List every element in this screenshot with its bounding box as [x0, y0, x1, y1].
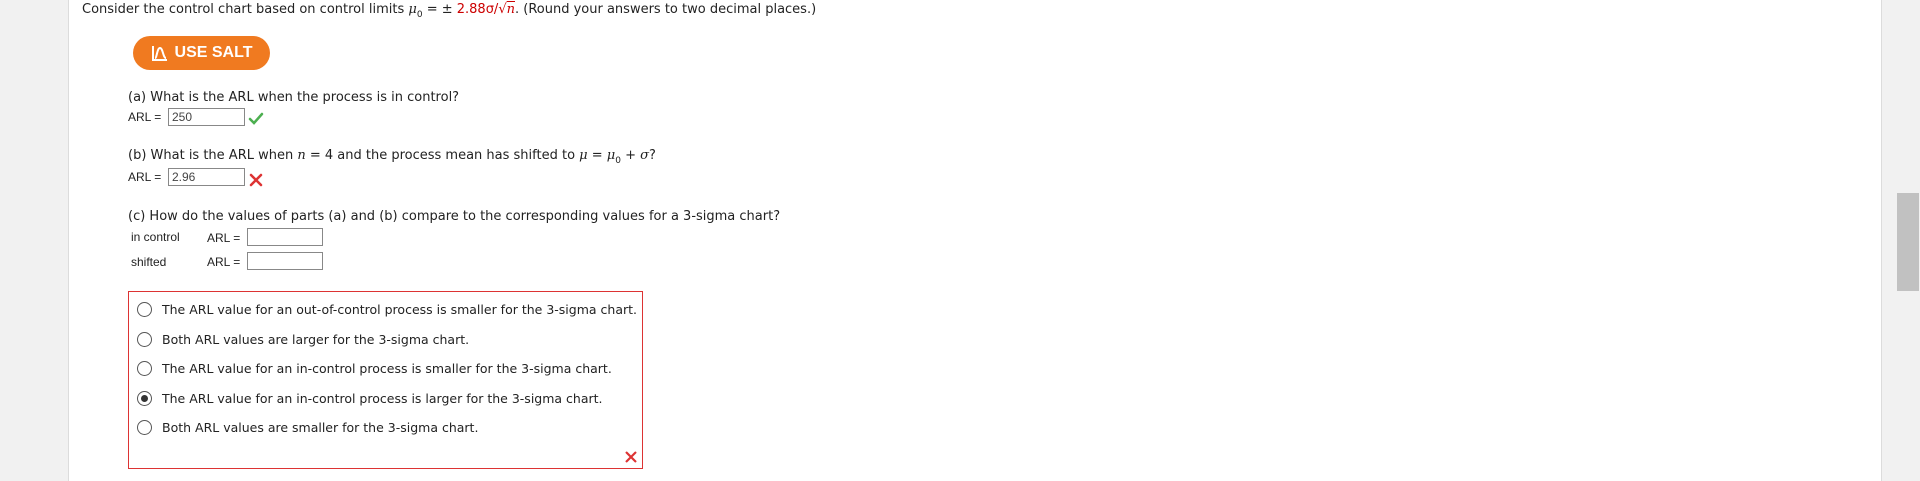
- part-a-question: (a) What is the ARL when the process is …: [128, 90, 460, 105]
- salt-chart-icon: [151, 46, 167, 61]
- in-control-arl-input[interactable]: [247, 228, 323, 246]
- choice-option[interactable]: The ARL value for an in-control process …: [137, 391, 603, 406]
- use-salt-label: USE SALT: [174, 44, 253, 61]
- part-c-question: (c) How do the values of parts (a) and (…: [128, 209, 781, 224]
- part-a-arl-input[interactable]: 250: [168, 108, 245, 126]
- radio-button[interactable]: [137, 332, 152, 347]
- part-a-arl-label: ARL =: [128, 110, 162, 124]
- use-salt-button[interactable]: USE SALT: [133, 36, 270, 70]
- choice-text: The ARL value for an out-of-control proc…: [162, 302, 637, 317]
- incorrect-x-icon: [249, 173, 263, 187]
- part-b-arl-input[interactable]: 2.96: [168, 168, 245, 186]
- shifted-arl-label: ARL =: [207, 255, 241, 269]
- radio-button[interactable]: [137, 302, 152, 317]
- radio-button[interactable]: [137, 420, 152, 435]
- radio-button[interactable]: [137, 361, 152, 376]
- choice-text: The ARL value for an in-control process …: [162, 391, 603, 406]
- choice-text: Both ARL values are larger for the 3-sig…: [162, 332, 470, 347]
- shifted-label: shifted: [131, 255, 167, 269]
- choice-option[interactable]: Both ARL values are smaller for the 3-si…: [137, 420, 478, 435]
- choice-option[interactable]: Both ARL values are larger for the 3-sig…: [137, 332, 469, 347]
- in-control-arl-label: ARL =: [207, 231, 241, 245]
- scrollbar-thumb[interactable]: [1897, 193, 1919, 291]
- part-b-question: (b) What is the ARL when n = 4 and the p…: [128, 148, 656, 166]
- choice-option[interactable]: The ARL value for an out-of-control proc…: [137, 302, 637, 317]
- part-b-arl-label: ARL =: [128, 170, 162, 184]
- multiple-choice-group: The ARL value for an out-of-control proc…: [128, 291, 643, 469]
- choice-text: Both ARL values are smaller for the 3-si…: [162, 420, 479, 435]
- shifted-arl-input[interactable]: [247, 252, 323, 270]
- problem-statement: Consider the control chart based on cont…: [82, 2, 817, 20]
- in-control-label: in control: [131, 230, 180, 244]
- checkmark-icon: [248, 112, 264, 125]
- radio-button-selected[interactable]: [137, 391, 152, 406]
- incorrect-x-icon: [625, 451, 637, 463]
- choice-option[interactable]: The ARL value for an in-control process …: [137, 361, 612, 376]
- choice-text: The ARL value for an in-control process …: [162, 361, 612, 376]
